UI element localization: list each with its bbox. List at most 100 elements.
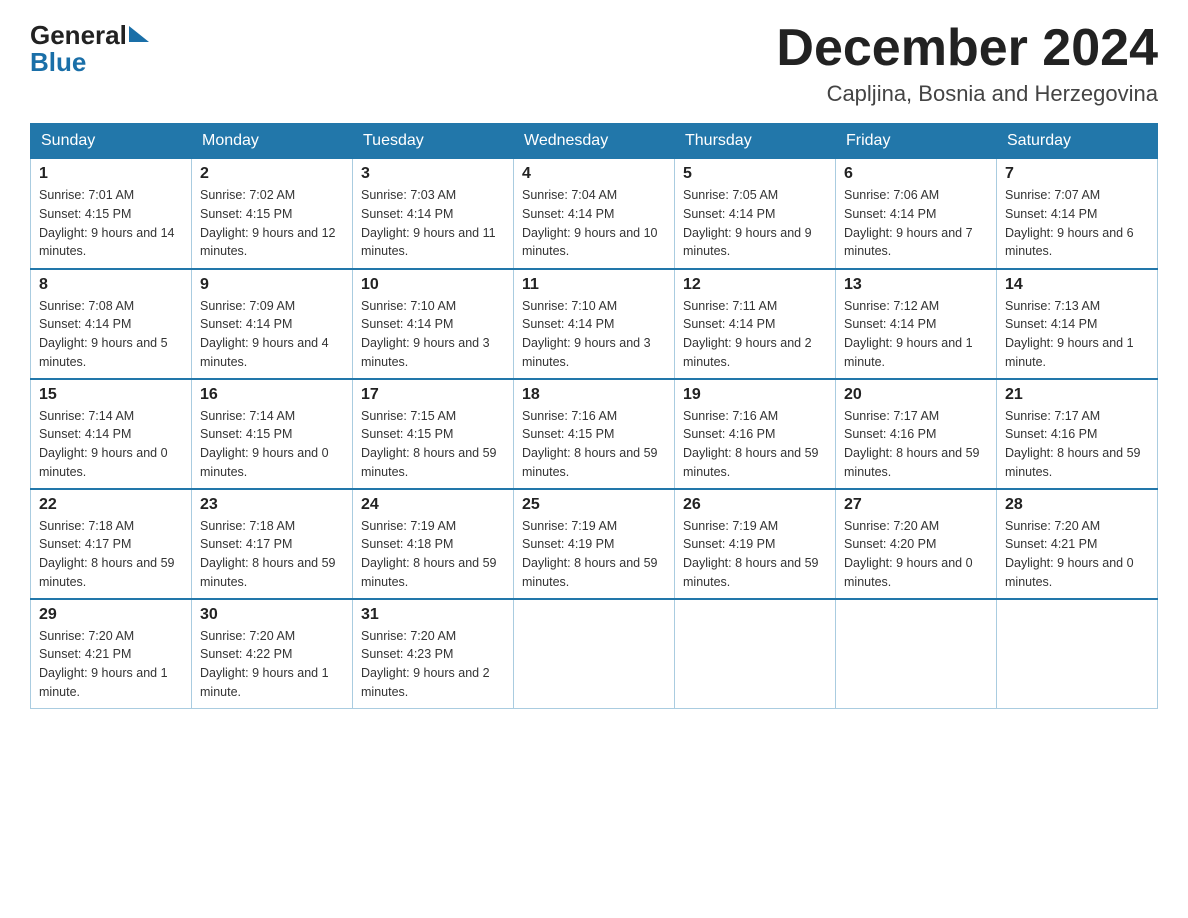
sunset-label: Sunset: 4:22 PM: [200, 647, 292, 661]
sunset-label: Sunset: 4:14 PM: [200, 317, 292, 331]
day-number: 24: [361, 496, 505, 514]
day-number: 6: [844, 165, 988, 183]
calendar-week-row: 22 Sunrise: 7:18 AM Sunset: 4:17 PM Dayl…: [31, 489, 1158, 599]
daylight-label: Daylight: 9 hours and 10 minutes.: [522, 226, 658, 259]
calendar-day-cell: 17 Sunrise: 7:15 AM Sunset: 4:15 PM Dayl…: [353, 379, 514, 489]
day-info: Sunrise: 7:09 AM Sunset: 4:14 PM Dayligh…: [200, 297, 344, 372]
day-info: Sunrise: 7:20 AM Sunset: 4:21 PM Dayligh…: [39, 627, 183, 702]
calendar-table: Sunday Monday Tuesday Wednesday Thursday…: [30, 123, 1158, 709]
day-number: 3: [361, 165, 505, 183]
sunset-label: Sunset: 4:21 PM: [1005, 537, 1097, 551]
calendar-day-cell: 14 Sunrise: 7:13 AM Sunset: 4:14 PM Dayl…: [997, 269, 1158, 379]
day-number: 25: [522, 496, 666, 514]
day-info: Sunrise: 7:03 AM Sunset: 4:14 PM Dayligh…: [361, 186, 505, 261]
daylight-label: Daylight: 9 hours and 0 minutes.: [844, 556, 973, 589]
header-sunday: Sunday: [31, 124, 192, 159]
day-number: 29: [39, 606, 183, 624]
day-info: Sunrise: 7:18 AM Sunset: 4:17 PM Dayligh…: [39, 517, 183, 592]
day-info: Sunrise: 7:16 AM Sunset: 4:16 PM Dayligh…: [683, 407, 827, 482]
daylight-label: Daylight: 8 hours and 59 minutes.: [683, 446, 819, 479]
calendar-day-cell: 7 Sunrise: 7:07 AM Sunset: 4:14 PM Dayli…: [997, 159, 1158, 269]
header-thursday: Thursday: [675, 124, 836, 159]
calendar-day-cell: [514, 599, 675, 709]
daylight-label: Daylight: 9 hours and 6 minutes.: [1005, 226, 1134, 259]
sunset-label: Sunset: 4:15 PM: [200, 207, 292, 221]
sunrise-label: Sunrise: 7:17 AM: [1005, 409, 1100, 423]
header-friday: Friday: [836, 124, 997, 159]
sunset-label: Sunset: 4:14 PM: [1005, 207, 1097, 221]
calendar-day-cell: 27 Sunrise: 7:20 AM Sunset: 4:20 PM Dayl…: [836, 489, 997, 599]
calendar-day-cell: [675, 599, 836, 709]
calendar-day-cell: 28 Sunrise: 7:20 AM Sunset: 4:21 PM Dayl…: [997, 489, 1158, 599]
day-number: 18: [522, 386, 666, 404]
day-info: Sunrise: 7:15 AM Sunset: 4:15 PM Dayligh…: [361, 407, 505, 482]
day-info: Sunrise: 7:14 AM Sunset: 4:14 PM Dayligh…: [39, 407, 183, 482]
sunset-label: Sunset: 4:14 PM: [844, 317, 936, 331]
calendar-day-cell: 20 Sunrise: 7:17 AM Sunset: 4:16 PM Dayl…: [836, 379, 997, 489]
calendar-day-cell: 16 Sunrise: 7:14 AM Sunset: 4:15 PM Dayl…: [192, 379, 353, 489]
day-number: 8: [39, 276, 183, 294]
sunset-label: Sunset: 4:14 PM: [522, 317, 614, 331]
day-info: Sunrise: 7:04 AM Sunset: 4:14 PM Dayligh…: [522, 186, 666, 261]
logo: General Blue: [30, 20, 149, 78]
sunrise-label: Sunrise: 7:20 AM: [1005, 519, 1100, 533]
daylight-label: Daylight: 9 hours and 0 minutes.: [1005, 556, 1134, 589]
sunset-label: Sunset: 4:19 PM: [683, 537, 775, 551]
day-info: Sunrise: 7:05 AM Sunset: 4:14 PM Dayligh…: [683, 186, 827, 261]
calendar-header-row: Sunday Monday Tuesday Wednesday Thursday…: [31, 124, 1158, 159]
sunrise-label: Sunrise: 7:10 AM: [361, 299, 456, 313]
day-info: Sunrise: 7:20 AM Sunset: 4:22 PM Dayligh…: [200, 627, 344, 702]
calendar-day-cell: [836, 599, 997, 709]
sunset-label: Sunset: 4:14 PM: [844, 207, 936, 221]
calendar-day-cell: 31 Sunrise: 7:20 AM Sunset: 4:23 PM Dayl…: [353, 599, 514, 709]
calendar-day-cell: 30 Sunrise: 7:20 AM Sunset: 4:22 PM Dayl…: [192, 599, 353, 709]
day-info: Sunrise: 7:19 AM Sunset: 4:19 PM Dayligh…: [522, 517, 666, 592]
daylight-label: Daylight: 9 hours and 1 minute.: [200, 666, 329, 699]
daylight-label: Daylight: 8 hours and 59 minutes.: [361, 446, 497, 479]
day-number: 16: [200, 386, 344, 404]
sunrise-label: Sunrise: 7:09 AM: [200, 299, 295, 313]
calendar-day-cell: 10 Sunrise: 7:10 AM Sunset: 4:14 PM Dayl…: [353, 269, 514, 379]
sunset-label: Sunset: 4:21 PM: [39, 647, 131, 661]
sunrise-label: Sunrise: 7:02 AM: [200, 188, 295, 202]
calendar-day-cell: 8 Sunrise: 7:08 AM Sunset: 4:14 PM Dayli…: [31, 269, 192, 379]
sunrise-label: Sunrise: 7:20 AM: [39, 629, 134, 643]
calendar-day-cell: 25 Sunrise: 7:19 AM Sunset: 4:19 PM Dayl…: [514, 489, 675, 599]
sunrise-label: Sunrise: 7:08 AM: [39, 299, 134, 313]
day-number: 10: [361, 276, 505, 294]
day-number: 28: [1005, 496, 1149, 514]
daylight-label: Daylight: 9 hours and 9 minutes.: [683, 226, 812, 259]
daylight-label: Daylight: 9 hours and 3 minutes.: [361, 336, 490, 369]
daylight-label: Daylight: 9 hours and 7 minutes.: [844, 226, 973, 259]
sunrise-label: Sunrise: 7:18 AM: [39, 519, 134, 533]
title-block: December 2024 Capljina, Bosnia and Herze…: [776, 20, 1158, 107]
day-number: 20: [844, 386, 988, 404]
day-info: Sunrise: 7:02 AM Sunset: 4:15 PM Dayligh…: [200, 186, 344, 261]
logo-blue-text: Blue: [30, 47, 149, 78]
day-number: 21: [1005, 386, 1149, 404]
day-info: Sunrise: 7:10 AM Sunset: 4:14 PM Dayligh…: [361, 297, 505, 372]
calendar-week-row: 8 Sunrise: 7:08 AM Sunset: 4:14 PM Dayli…: [31, 269, 1158, 379]
sunrise-label: Sunrise: 7:03 AM: [361, 188, 456, 202]
daylight-label: Daylight: 9 hours and 12 minutes.: [200, 226, 336, 259]
sunset-label: Sunset: 4:18 PM: [361, 537, 453, 551]
sunset-label: Sunset: 4:14 PM: [683, 317, 775, 331]
calendar-day-cell: 4 Sunrise: 7:04 AM Sunset: 4:14 PM Dayli…: [514, 159, 675, 269]
logo-arrow-icon: [129, 26, 149, 42]
daylight-label: Daylight: 9 hours and 0 minutes.: [39, 446, 168, 479]
sunrise-label: Sunrise: 7:20 AM: [361, 629, 456, 643]
calendar-day-cell: 3 Sunrise: 7:03 AM Sunset: 4:14 PM Dayli…: [353, 159, 514, 269]
sunset-label: Sunset: 4:14 PM: [683, 207, 775, 221]
calendar-day-cell: [997, 599, 1158, 709]
day-number: 17: [361, 386, 505, 404]
sunset-label: Sunset: 4:16 PM: [683, 427, 775, 441]
sunrise-label: Sunrise: 7:18 AM: [200, 519, 295, 533]
sunrise-label: Sunrise: 7:17 AM: [844, 409, 939, 423]
sunset-label: Sunset: 4:17 PM: [200, 537, 292, 551]
sunrise-label: Sunrise: 7:16 AM: [683, 409, 778, 423]
daylight-label: Daylight: 9 hours and 4 minutes.: [200, 336, 329, 369]
day-number: 14: [1005, 276, 1149, 294]
calendar-day-cell: 11 Sunrise: 7:10 AM Sunset: 4:14 PM Dayl…: [514, 269, 675, 379]
sunset-label: Sunset: 4:17 PM: [39, 537, 131, 551]
daylight-label: Daylight: 9 hours and 1 minute.: [1005, 336, 1134, 369]
